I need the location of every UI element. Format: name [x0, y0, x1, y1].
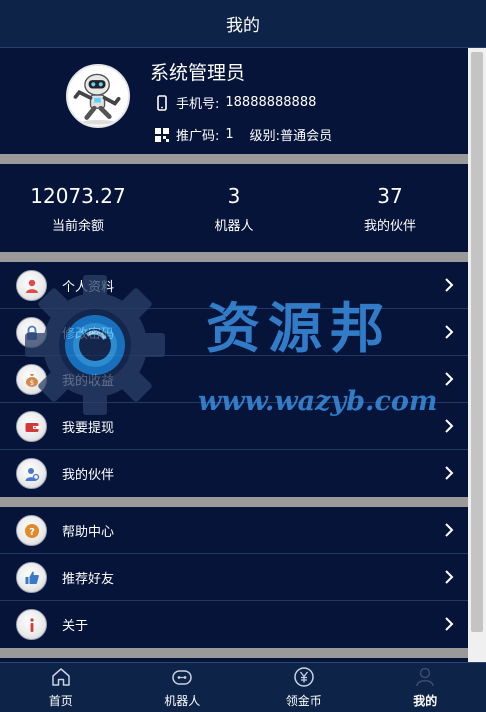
menu-item-help[interactable]: ? 帮助中心 — [0, 507, 468, 554]
nav-profile[interactable]: 我的 — [365, 663, 486, 712]
user-name: 系统管理员 — [150, 62, 246, 84]
help-icon: ? — [16, 515, 47, 546]
phone-line: 手机号: 18888888888 — [154, 93, 316, 112]
partners-value: 37 — [377, 183, 403, 208]
promo-line: 推广码: 1 级别: 普通会员 — [154, 125, 332, 144]
section-divider — [0, 497, 468, 507]
robots-value: 3 — [227, 183, 241, 208]
menu-item-about[interactable]: 关于 — [0, 601, 468, 648]
menu-label: 推荐好友 — [62, 571, 115, 587]
scrollbar-thumb[interactable] — [471, 52, 483, 632]
menu-label: 关于 — [62, 619, 89, 634]
menu-item-profile[interactable]: 个人资料 — [0, 262, 468, 309]
qr-code-icon — [155, 127, 169, 142]
partners-label: 我的伙伴 — [363, 218, 416, 234]
menu-label: 我的伙伴 — [62, 468, 115, 483]
nav-label: 领金币 — [285, 694, 322, 708]
robot-avatar-icon[interactable] — [66, 64, 130, 128]
bottom-nav: 首页 机器人 领金币 我的 — [0, 662, 486, 712]
menu-item-withdraw[interactable]: 我要提现 — [0, 403, 468, 450]
stat-partners[interactable]: 37 我的伙伴 — [312, 183, 468, 234]
nav-label: 我的 — [413, 694, 438, 708]
menu-label: 我的收益 — [62, 373, 115, 389]
svg-text:$: $ — [29, 379, 33, 387]
section-divider — [0, 154, 468, 164]
thumbs-up-icon — [16, 562, 47, 593]
menu-label: 帮助中心 — [62, 524, 115, 540]
stat-robots[interactable]: 3 机器人 — [156, 183, 312, 234]
nav-home[interactable]: 首页 — [0, 663, 122, 712]
promo-value: 1 — [225, 127, 234, 142]
wallet-icon — [16, 411, 47, 442]
yen-coin-icon — [294, 667, 314, 687]
nav-label: 机器人 — [164, 694, 201, 708]
phone-value: 18888888888 — [225, 95, 317, 110]
nav-coins[interactable]: 领金币 — [243, 663, 365, 712]
nav-label: 首页 — [48, 694, 73, 708]
scroll-content[interactable]: 系统管理员 手机号: 18888888888 推广码: 1 级别: 普通会员 1… — [0, 48, 468, 662]
menu-label: 我要提现 — [62, 420, 115, 436]
menu-item-earnings[interactable]: $ 我的收益 — [0, 356, 468, 403]
page-title: 我的 — [226, 16, 260, 36]
home-icon — [52, 668, 70, 686]
robots-label: 机器人 — [214, 218, 254, 234]
chevron-right-icon — [445, 419, 454, 433]
chevron-right-icon — [445, 278, 454, 292]
nav-robot[interactable]: 机器人 — [122, 663, 244, 712]
phone-icon — [157, 94, 167, 111]
menu-label: 个人资料 — [62, 279, 115, 295]
menu-item-recommend[interactable]: 推荐好友 — [0, 554, 468, 601]
robot-icon — [172, 670, 192, 685]
chevron-right-icon — [445, 372, 454, 386]
chevron-right-icon — [445, 570, 454, 584]
promo-label: 推广码: — [176, 129, 220, 144]
stats-row: 12073.27 当前余额 3 机器人 37 我的伙伴 — [0, 164, 468, 252]
menu-group-account: 个人资料 修改密码 $ 我的收益 我要提现 我的伙伴 — [0, 262, 468, 497]
section-divider — [0, 252, 468, 262]
stat-balance[interactable]: 12073.27 当前余额 — [0, 183, 156, 234]
section-divider — [0, 648, 468, 658]
top-bar: 我的 — [0, 0, 486, 48]
balance-label: 当前余额 — [51, 218, 104, 234]
menu-item-partners[interactable]: 我的伙伴 — [0, 450, 468, 497]
menu-item-change-password[interactable]: 修改密码 — [0, 309, 468, 356]
chevron-right-icon — [445, 466, 454, 480]
menu-label: 修改密码 — [62, 326, 115, 342]
chevron-right-icon — [445, 617, 454, 631]
chevron-right-icon — [445, 325, 454, 339]
menu-group-support: ? 帮助中心 推荐好友 关于 — [0, 507, 468, 648]
profile-icon — [416, 667, 434, 687]
balance-value: 12073.27 — [30, 183, 126, 208]
user-icon — [16, 270, 47, 301]
profile-card: 系统管理员 手机号: 18888888888 推广码: 1 级别: 普通会员 — [0, 48, 468, 154]
phone-label: 手机号: — [176, 97, 220, 112]
level-label: 级别: — [249, 129, 281, 144]
lock-icon — [16, 317, 47, 348]
level-value: 普通会员 — [280, 129, 333, 144]
chevron-right-icon — [445, 523, 454, 537]
vertical-scrollbar[interactable] — [468, 48, 486, 662]
money-bag-icon: $ — [16, 364, 47, 395]
svg-text:?: ? — [29, 527, 35, 538]
info-icon — [16, 609, 47, 640]
app-screen: 我的 系统管理员 手机号: 18888888888 推广码: 1 级别: 普通会… — [0, 0, 486, 712]
partner-icon — [16, 458, 47, 489]
